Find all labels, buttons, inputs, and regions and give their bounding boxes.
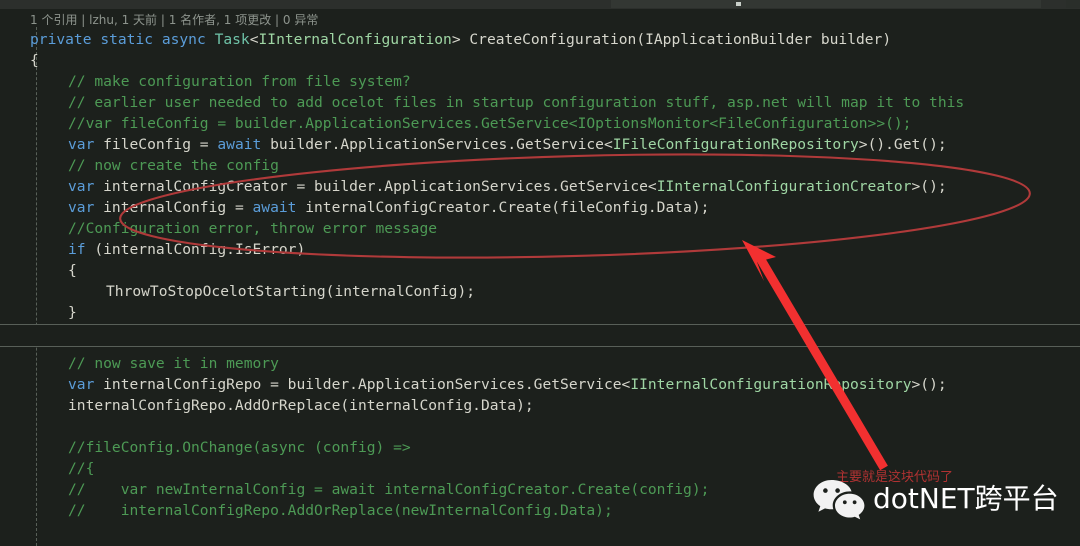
code-line[interactable]: var fileConfig = await builder.Applicati… bbox=[68, 134, 947, 155]
code-line[interactable]: // earlier user needed to add ocelot fil… bbox=[68, 92, 964, 113]
code-line[interactable]: var internalConfig = await internalConfi… bbox=[68, 197, 709, 218]
code-token: Task bbox=[214, 31, 250, 48]
code-token: await bbox=[252, 199, 297, 216]
code-token: internalConfigCreator.Create(fileConfig.… bbox=[296, 199, 710, 216]
code-line[interactable]: //var fileConfig = builder.ApplicationSe… bbox=[68, 113, 911, 134]
code-token: var bbox=[68, 136, 95, 153]
code-line[interactable]: { bbox=[30, 50, 39, 71]
split-grip[interactable] bbox=[611, 0, 1041, 8]
code-line[interactable]: //Configuration error, throw error messa… bbox=[68, 218, 437, 239]
wechat-icon bbox=[813, 480, 865, 520]
code-token: var bbox=[68, 199, 95, 216]
code-token: static bbox=[100, 31, 154, 48]
code-token: //var fileConfig = builder.ApplicationSe… bbox=[68, 115, 912, 132]
code-token: IInternalConfiguration bbox=[258, 31, 452, 48]
wechat-watermark: dotNET跨平台 bbox=[812, 478, 1059, 520]
code-token: //Configuration error, throw error messa… bbox=[68, 220, 438, 237]
code-line[interactable]: // internalConfigRepo.AddOrReplace(newIn… bbox=[68, 500, 613, 521]
code-token: // now save it in memory bbox=[68, 355, 279, 372]
code-line[interactable]: // now create the config bbox=[68, 155, 279, 176]
code-token: >(); bbox=[911, 376, 947, 393]
code-token: builder.ApplicationServices.GetService< bbox=[261, 136, 613, 153]
code-token: { bbox=[68, 262, 77, 279]
code-line[interactable]: var internalConfigCreator = builder.Appl… bbox=[68, 176, 947, 197]
code-token: } bbox=[68, 304, 77, 321]
split-right-segment[interactable] bbox=[1066, 0, 1080, 8]
code-token: internalConfigCreator = builder.Applicat… bbox=[94, 178, 657, 195]
code-line[interactable]: // make configuration from file system? bbox=[68, 71, 411, 92]
code-editor-screenshot: 1 个引用 | lzhu, 1 天前 | 1 名作者, 1 项更改 | 0 异常… bbox=[0, 0, 1080, 546]
code-token: // earlier user needed to add ocelot fil… bbox=[68, 94, 965, 111]
code-token: //{ bbox=[68, 460, 95, 477]
code-token: // internalConfigRepo.AddOrReplace(newIn… bbox=[68, 502, 613, 519]
code-token: var bbox=[68, 178, 95, 195]
code-token: fileConfig = bbox=[94, 136, 218, 153]
collapsed-region-band[interactable] bbox=[0, 324, 1080, 347]
code-token: //fileConfig.OnChange(async (config) => bbox=[68, 439, 411, 456]
code-line[interactable]: // now save it in memory bbox=[68, 353, 279, 374]
code-token: >().Get(); bbox=[858, 136, 947, 153]
code-line[interactable]: { bbox=[68, 260, 77, 281]
code-token: internalConfigRepo.AddOrReplace(internal… bbox=[68, 397, 534, 414]
code-token: < bbox=[249, 31, 259, 48]
code-token: private bbox=[30, 31, 92, 48]
codelens-info[interactable]: 1 个引用 | lzhu, 1 天前 | 1 名作者, 1 项更改 | 0 异常 bbox=[30, 11, 318, 28]
code-token: // now create the config bbox=[68, 157, 279, 174]
code-token: ThrowToStopOcelotStarting(internalConfig… bbox=[106, 283, 476, 300]
code-token: (internalConfig.IsError) bbox=[85, 241, 306, 258]
code-line[interactable]: private static async Task<IInternalConfi… bbox=[30, 29, 891, 50]
code-token: { bbox=[30, 52, 39, 69]
code-line[interactable]: var internalConfigRepo = builder.Applica… bbox=[68, 374, 947, 395]
code-token: async bbox=[161, 31, 206, 48]
code-token: internalConfig = bbox=[94, 199, 253, 216]
split-grip-dot bbox=[736, 2, 741, 6]
code-token: await bbox=[217, 136, 262, 153]
code-token: // make configuration from file system? bbox=[68, 73, 411, 90]
code-line[interactable]: //fileConfig.OnChange(async (config) => bbox=[68, 437, 411, 458]
code-token: IFileConfigurationRepository bbox=[612, 136, 859, 153]
indent-guide bbox=[36, 27, 37, 546]
watermark-brand-text: dotNET跨平台 bbox=[873, 482, 1059, 515]
code-token: IInternalConfigurationCreator bbox=[656, 178, 912, 195]
code-line[interactable]: //{ bbox=[68, 458, 94, 479]
code-token: > CreateConfiguration(IApplicationBuilde… bbox=[451, 31, 892, 48]
code-token: // var newInternalConfig = await interna… bbox=[68, 481, 710, 498]
code-line[interactable]: // var newInternalConfig = await interna… bbox=[68, 479, 709, 500]
code-token: >(); bbox=[911, 178, 947, 195]
code-line[interactable]: internalConfigRepo.AddOrReplace(internal… bbox=[68, 395, 534, 416]
code-line[interactable]: } bbox=[68, 302, 77, 323]
code-token: if bbox=[68, 241, 86, 258]
code-line[interactable]: ThrowToStopOcelotStarting(internalConfig… bbox=[106, 281, 475, 302]
code-line[interactable]: if (internalConfig.IsError) bbox=[68, 239, 305, 260]
code-token: internalConfigRepo = builder.Application… bbox=[94, 376, 631, 393]
code-token: var bbox=[68, 376, 95, 393]
code-token: IInternalConfigurationRepository bbox=[630, 376, 912, 393]
